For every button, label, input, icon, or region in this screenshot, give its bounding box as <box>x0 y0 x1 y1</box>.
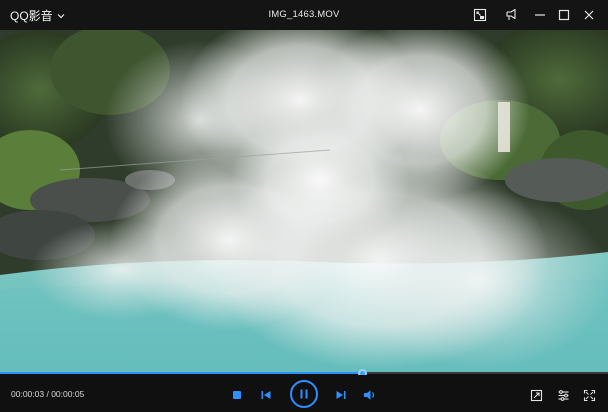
settings-icon <box>558 389 568 401</box>
screenshot-button[interactable] <box>528 387 544 403</box>
maximize-button[interactable] <box>555 6 573 24</box>
control-bar: 00:00:03 / 00:00:05 <box>0 375 608 412</box>
picture-in-picture-icon <box>473 8 487 22</box>
settings-button[interactable] <box>555 387 571 403</box>
maximize-icon <box>558 9 570 21</box>
minimize-icon <box>535 14 545 16</box>
total-time: 00:00:05 <box>51 389 85 399</box>
picture-in-picture-button[interactable] <box>471 6 489 24</box>
screenshot-icon <box>530 389 542 401</box>
previous-button[interactable] <box>258 387 274 403</box>
seek-progress-fill <box>0 372 362 374</box>
fullscreen-button[interactable] <box>581 387 597 403</box>
volume-icon <box>364 390 375 400</box>
previous-icon <box>261 391 271 399</box>
video-frame-image <box>0 30 608 372</box>
close-icon <box>584 10 594 20</box>
title-bar: QQ影音 IMG_1463.MOV <box>0 0 608 30</box>
minimize-button[interactable] <box>531 6 549 24</box>
close-button[interactable] <box>580 6 598 24</box>
play-pause-button[interactable] <box>290 380 318 408</box>
volume-button[interactable] <box>362 387 378 403</box>
stop-icon <box>233 391 241 399</box>
app-name: QQ影音 <box>10 9 53 23</box>
next-button[interactable] <box>333 387 349 403</box>
stop-button[interactable] <box>230 388 244 402</box>
pin-icon <box>506 8 516 20</box>
chevron-down-icon <box>57 13 65 18</box>
app-menu-button[interactable]: QQ影音 <box>10 7 66 24</box>
video-frame[interactable] <box>0 30 608 372</box>
pause-icon <box>300 389 308 399</box>
pin-on-top-button[interactable] <box>502 6 520 24</box>
current-time: 00:00:03 <box>11 389 45 399</box>
fullscreen-icon <box>583 389 595 401</box>
next-icon <box>336 391 346 399</box>
time-display: 00:00:03 / 00:00:05 <box>11 389 84 399</box>
